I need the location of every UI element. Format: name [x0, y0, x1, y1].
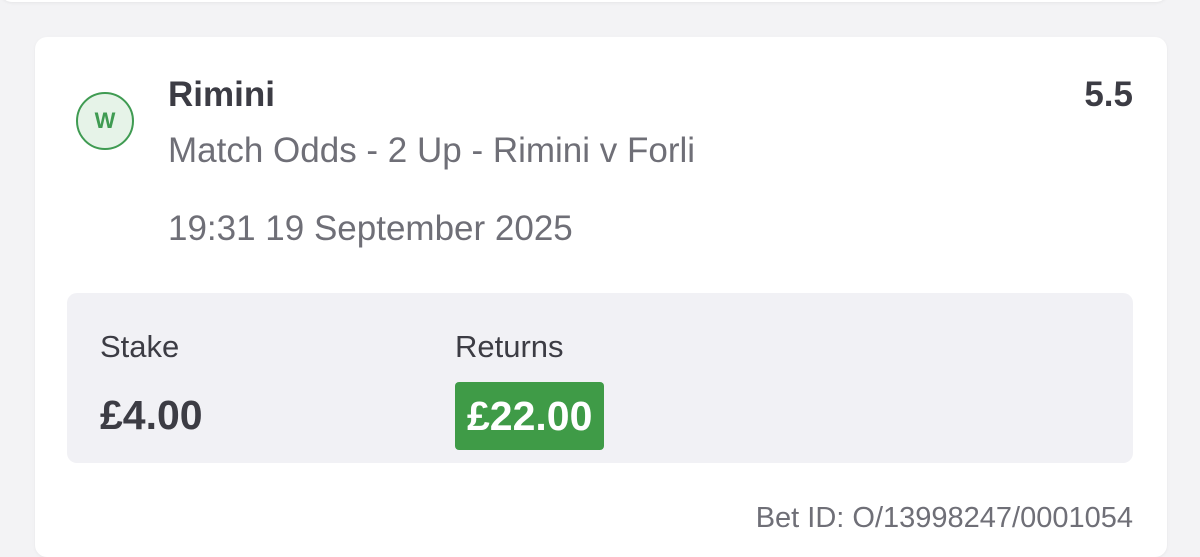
previous-bet-card	[0, 0, 1168, 2]
returns-label: Returns	[455, 329, 564, 364]
bet-id: Bet ID: O/13998247/0001054	[755, 502, 1133, 534]
stake-label: Stake	[100, 329, 180, 364]
selection-name: Rimini	[168, 75, 275, 114]
market-description: Match Odds - 2 Up - Rimini v Forli	[168, 131, 696, 170]
bet-odds: 5.5	[1084, 75, 1133, 114]
amounts-panel: Stake £4.00 Returns £22.00	[67, 293, 1133, 463]
bet-card[interactable]: W Rimini 5.5 Match Odds - 2 Up - Rimini …	[35, 37, 1167, 557]
win-badge-icon: W	[76, 92, 134, 150]
returns-value-badge: £22.00	[455, 382, 605, 450]
win-badge-letter: W	[94, 108, 116, 133]
bet-datetime: 19:31 19 September 2025	[168, 209, 573, 248]
stake-value: £4.00	[100, 392, 203, 438]
